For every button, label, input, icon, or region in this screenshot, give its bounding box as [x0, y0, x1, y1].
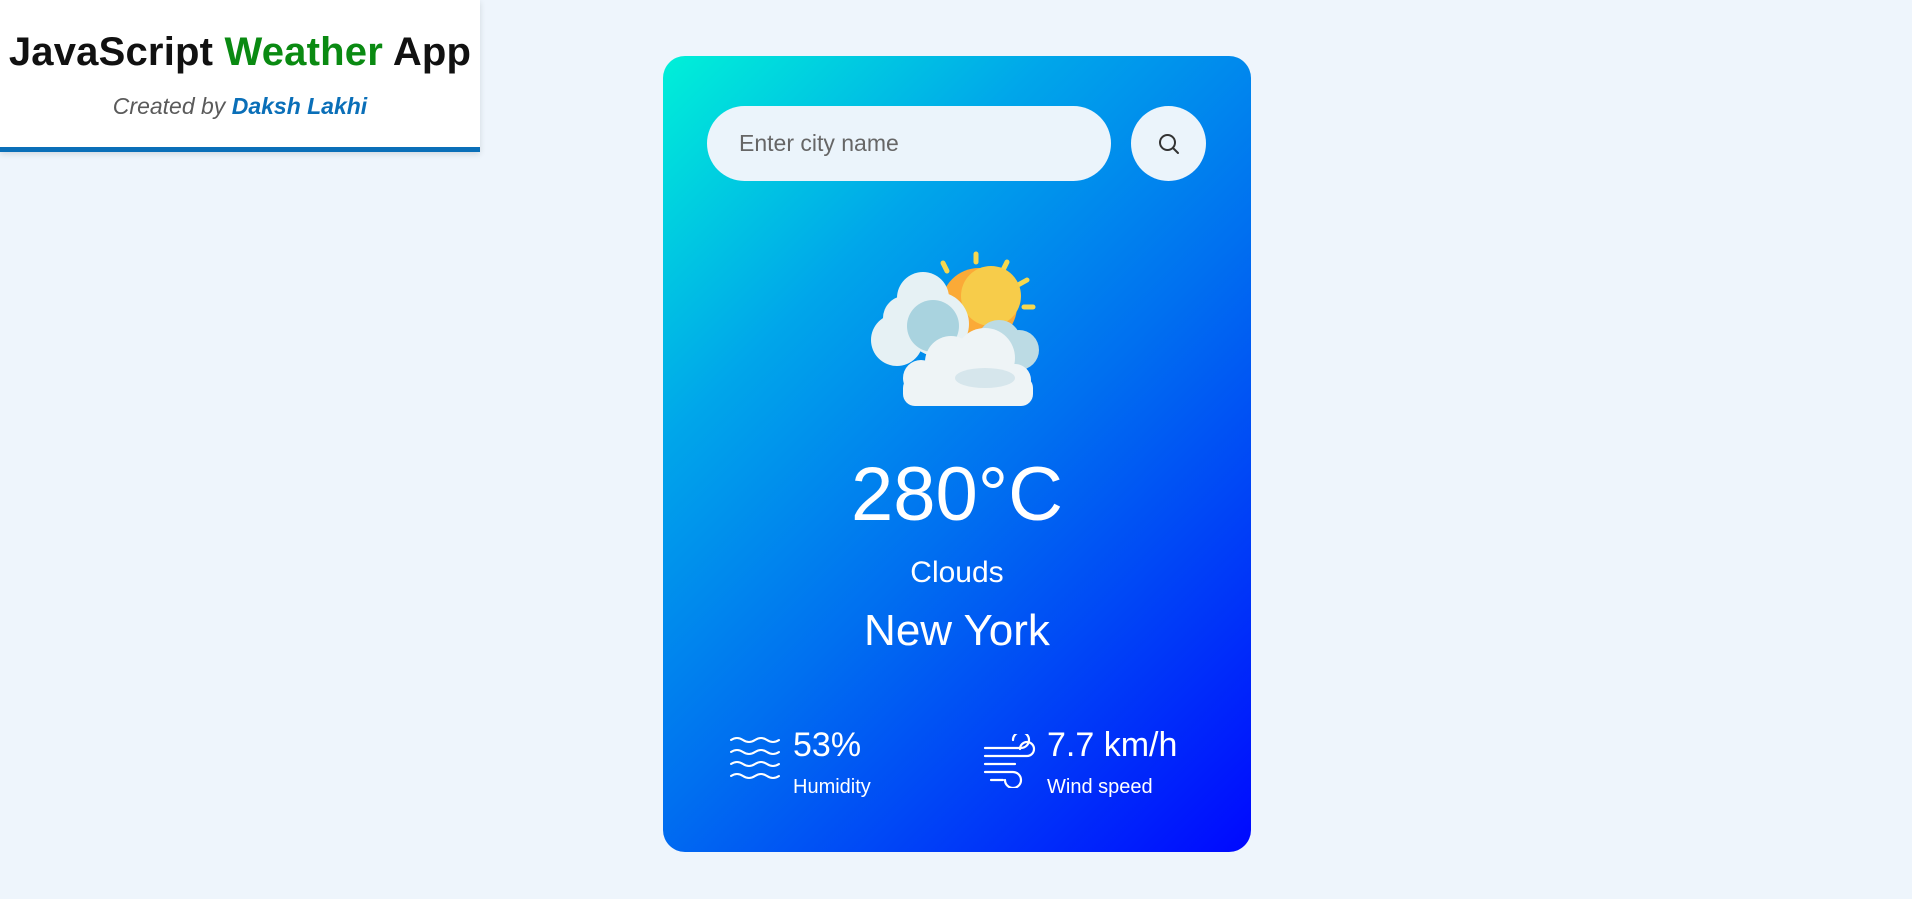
search-button[interactable]: [1131, 106, 1206, 181]
author-name: Daksh Lakhi: [231, 93, 368, 119]
wind-label: Wind speed: [1047, 776, 1153, 798]
search-input[interactable]: [707, 106, 1111, 181]
search-bar: [707, 106, 1207, 181]
title-accent: Weather: [224, 30, 383, 74]
title-part-1: JavaScript: [8, 30, 214, 74]
app-header: JavaScript Weather App Created by Daksh …: [0, 0, 480, 152]
weather-card: 280°C Clouds New York 53% Humidity 7.7 k…: [663, 56, 1251, 852]
page-title: JavaScript Weather App: [0, 0, 480, 75]
wind-icon: [983, 734, 1036, 788]
author-credit: Created by Daksh Lakhi: [0, 93, 480, 120]
city-name: New York: [864, 606, 1050, 655]
weather-condition: Clouds: [910, 556, 1004, 589]
wind-value: 7.7 km/h: [1047, 726, 1178, 764]
search-icon: [1158, 133, 1179, 154]
title-part-2: App: [392, 30, 472, 74]
partly-cloudy-sun-icon: [871, 251, 1039, 406]
humidity-label: Humidity: [793, 776, 871, 798]
humidity-waves-icon: [730, 737, 780, 779]
credit-prefix: Created by: [112, 93, 226, 119]
temperature: 280°C: [850, 452, 1064, 537]
humidity-value: 53%: [793, 726, 862, 764]
